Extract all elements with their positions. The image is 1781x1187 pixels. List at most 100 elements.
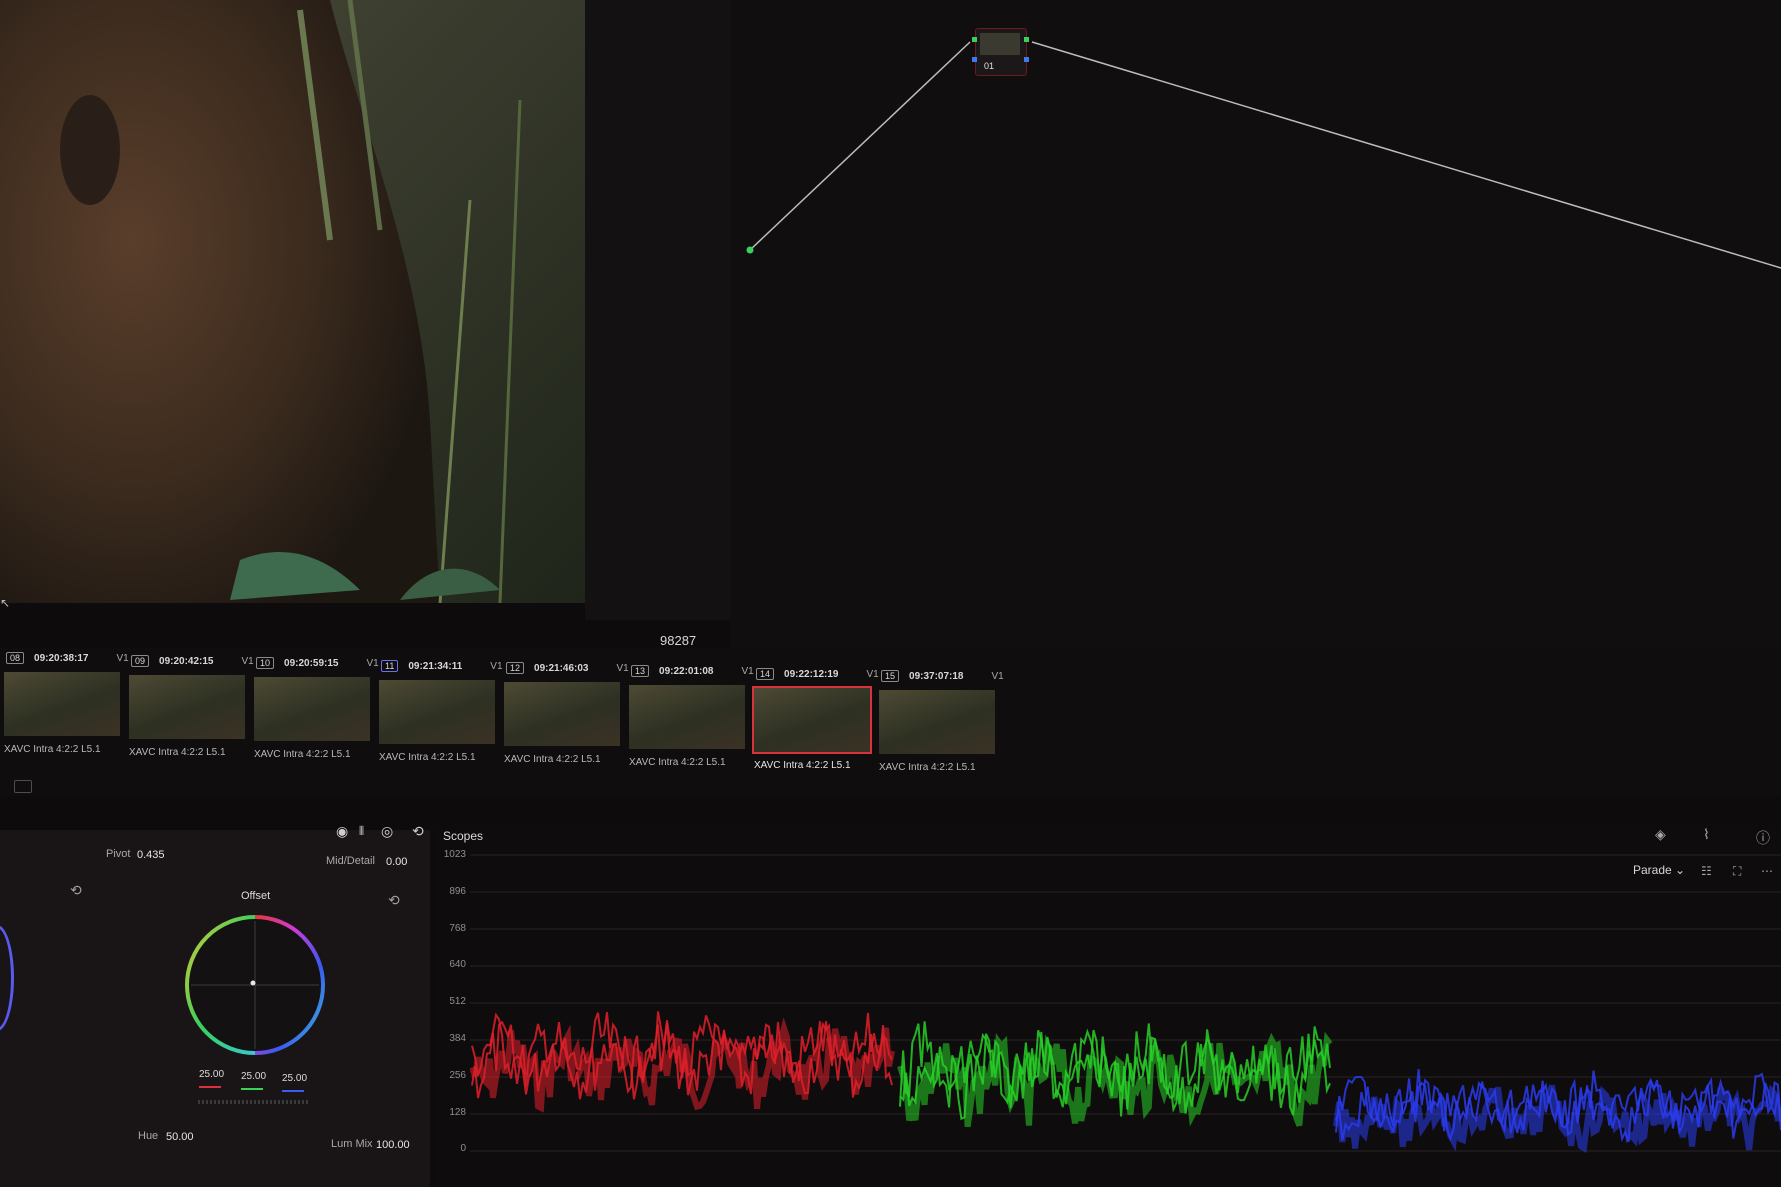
clip-number: 10 — [256, 657, 275, 670]
thumbnail-view-icon[interactable] — [14, 780, 32, 793]
reset-icon[interactable]: ⟲ — [70, 882, 82, 899]
clip-header: 10 09:20:59:15 V1 — [256, 657, 379, 670]
clip-header: 15 09:37:07:18 V1 — [881, 670, 1004, 683]
bars-icon[interactable]: ⫴ — [359, 824, 364, 839]
node-key-input-connector[interactable] — [972, 57, 977, 62]
red-indicator — [199, 1086, 221, 1088]
clip-codec-label: XAVC Intra 4:2:2 L5.1 — [379, 751, 476, 763]
rgb-parade-scope — [470, 854, 1781, 1154]
offset-red-value[interactable]: 25.00 — [199, 1069, 224, 1080]
clip-thumbnail[interactable] — [752, 685, 872, 754]
scope-tick-label: 512 — [449, 996, 466, 1008]
node-output-connector[interactable] — [1024, 37, 1029, 42]
frame-counter: 98287 — [660, 633, 697, 648]
info-icon[interactable]: ⓘ — [1756, 828, 1770, 848]
clip-track: V1 — [991, 671, 1004, 683]
clip-track: V1 — [366, 658, 379, 670]
scope-tick-label: 0 — [460, 1143, 466, 1155]
scope-graph-icon[interactable]: ⌇ — [1703, 826, 1710, 843]
node-thumbnail — [980, 33, 1020, 55]
offset-wheel-title: Offset — [241, 890, 271, 902]
scope-tick-label: 128 — [449, 1106, 466, 1118]
scope-tick-label: 256 — [449, 1069, 466, 1081]
blue-indicator — [282, 1090, 304, 1092]
clip-header: 09 09:20:42:15 V1 — [131, 654, 254, 667]
scope-tick-label: 384 — [449, 1033, 466, 1044]
reset-icon[interactable]: ⟲ — [412, 823, 424, 840]
node-01[interactable]: 01 — [972, 28, 1029, 76]
clip-track: V1 — [616, 663, 629, 675]
offset-blue-value[interactable]: 25.00 — [282, 1073, 307, 1084]
clip-header: 14 09:22:12:19 V1 — [756, 667, 879, 680]
clip-number: 13 — [631, 665, 650, 677]
clip-thumbnail[interactable] — [504, 682, 620, 747]
clip-track: V1 — [116, 653, 129, 664]
clip-number: 14 — [756, 667, 775, 680]
clip-track: V1 — [741, 666, 754, 677]
viewer-image[interactable] — [0, 0, 585, 603]
clip-thumbnail[interactable] — [254, 677, 370, 742]
clip-thumbnail[interactable] — [129, 674, 245, 739]
clip-header: 12 09:21:46:03 V1 — [506, 662, 629, 675]
clip-timecode: 09:21:34:11 — [408, 660, 463, 672]
scope-tick-label: 1023 — [443, 849, 466, 860]
pivot-field[interactable]: 0.435 — [137, 849, 165, 861]
offset-color-wheel[interactable] — [183, 913, 327, 1057]
scope-tick-label: 640 — [449, 959, 466, 971]
clip-header: 11 09:21:34:11 V1 — [381, 659, 503, 672]
node-label: 01 — [984, 61, 995, 71]
middetail-label: Mid/Detail — [326, 855, 375, 867]
clip-track: V1 — [241, 655, 254, 667]
clip-timecode: 09:22:12:19 — [784, 668, 839, 680]
master-wheel-slider[interactable] — [198, 1100, 308, 1104]
clip-number: 12 — [506, 662, 525, 675]
clip-codec-label: XAVC Intra 4:2:2 L5.1 — [879, 762, 976, 774]
clip-thumbnail[interactable] — [4, 672, 120, 736]
clip-codec-label: XAVC Intra 4:2:2 L5.1 — [629, 757, 726, 768]
wheel-center-handle[interactable] — [250, 980, 256, 986]
reset-offset-icon[interactable]: ⟲ — [388, 892, 400, 909]
lummix-label: Lum Mix — [331, 1138, 373, 1150]
scope-tick-label: 768 — [449, 922, 466, 934]
clip-codec-label: XAVC Intra 4:2:2 L5.1 — [504, 754, 601, 766]
clip-thumbnail[interactable] — [629, 685, 745, 749]
clip-header: 08 09:20:38:17 V1 — [6, 652, 129, 664]
lummix-field[interactable]: 100.00 — [376, 1139, 410, 1151]
clip-number: 09 — [131, 654, 150, 667]
node-key-output-connector[interactable] — [1024, 57, 1029, 62]
node-connections — [746, 41, 1781, 269]
clip-number: 11 — [381, 659, 399, 672]
clip-timecode: 09:37:07:18 — [909, 671, 964, 683]
viewer-frame-image — [0, 0, 585, 603]
clip-number: 15 — [881, 670, 900, 683]
mouse-cursor-icon: ↖ — [0, 596, 11, 610]
hue-label: Hue — [138, 1130, 159, 1142]
clip-track: V1 — [490, 660, 503, 672]
node-input-connector[interactable] — [972, 37, 977, 42]
clip-track: V1 — [866, 668, 879, 680]
green-indicator — [241, 1088, 263, 1090]
clip-timecode: 09:20:42:15 — [159, 655, 214, 667]
pivot-label: Pivot — [106, 848, 131, 860]
viewer-border — [585, 0, 730, 620]
diamond-icon[interactable]: ◈ — [1655, 826, 1666, 843]
clip-header: 13 09:22:01:08 V1 — [631, 665, 754, 677]
node-input-dot[interactable] — [746, 246, 754, 254]
clip-timecode: 09:21:46:03 — [534, 663, 589, 675]
scopes-title: Scopes — [443, 829, 484, 843]
clip-codec-label: XAVC Intra 4:2:2 L5.1 — [4, 744, 101, 755]
clip-codec-label: XAVC Intra 4:2:2 L5.1 — [754, 759, 851, 771]
clip-timecode: 09:22:01:08 — [659, 666, 714, 677]
clip-thumbnail[interactable] — [379, 679, 495, 744]
hue-field[interactable]: 50.00 — [166, 1131, 194, 1143]
clip-timecode: 09:20:38:17 — [34, 653, 89, 664]
middetail-field[interactable]: 0.00 — [386, 856, 407, 868]
wheel-mode-icon[interactable]: ◉ — [336, 823, 348, 840]
clip-codec-label: XAVC Intra 4:2:2 L5.1 — [254, 749, 351, 761]
clip-codec-label: XAVC Intra 4:2:2 L5.1 — [129, 746, 226, 758]
offset-green-value[interactable]: 25.00 — [241, 1071, 266, 1082]
clip-number: 08 — [6, 652, 25, 664]
log-icon[interactable]: ◎ — [381, 823, 393, 840]
clip-timecode: 09:20:59:15 — [284, 658, 339, 670]
clip-thumbnail[interactable] — [879, 690, 995, 755]
